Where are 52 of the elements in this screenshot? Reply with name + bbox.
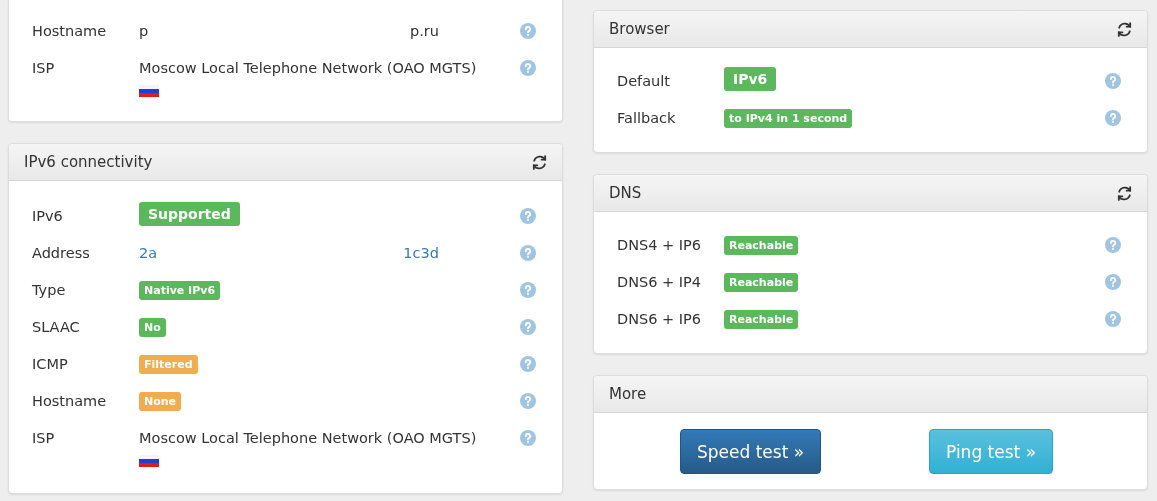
address-link[interactable]: 1c3d bbox=[403, 240, 439, 266]
row-label: ISP bbox=[32, 429, 56, 448]
status-badge: Reachable bbox=[724, 236, 799, 255]
help-icon[interactable] bbox=[520, 208, 536, 224]
isp-name: Moscow Local Telephone Network (OAO MGTS) bbox=[139, 59, 477, 78]
help-icon[interactable] bbox=[1105, 274, 1121, 290]
address-link[interactable]: 2a bbox=[139, 240, 158, 266]
help-icon[interactable] bbox=[1105, 237, 1121, 253]
row-label: Fallback bbox=[617, 109, 677, 128]
help-icon[interactable] bbox=[1105, 73, 1121, 89]
row-label: DNS6 + IP4 bbox=[617, 273, 703, 292]
isp-name: Moscow Local Telephone Network (OAO MGTS) bbox=[139, 429, 477, 448]
test-button[interactable]: Speed test » bbox=[679, 429, 822, 474]
status-badge: Filtered bbox=[139, 355, 198, 374]
help-icon[interactable] bbox=[520, 245, 536, 261]
status-badge: to IPv4 in 1 second bbox=[724, 109, 853, 128]
row-label: IPv6 bbox=[32, 207, 64, 226]
row-label: DNS4 + IP6 bbox=[617, 236, 703, 255]
row-label: Default bbox=[617, 72, 671, 91]
row-label: DNS6 + IP6 bbox=[617, 310, 703, 329]
panel-title: DNS bbox=[609, 184, 642, 202]
status-badge: Native IPv6 bbox=[139, 281, 221, 300]
panel-title: IPv6 connectivity bbox=[24, 153, 153, 171]
help-icon[interactable] bbox=[1105, 110, 1121, 126]
refresh-icon[interactable] bbox=[531, 153, 548, 171]
status-badge: Supported bbox=[139, 202, 240, 226]
row-label: SLAAC bbox=[32, 318, 81, 337]
help-icon[interactable] bbox=[520, 393, 536, 409]
row-label: Hostname bbox=[32, 22, 108, 41]
status-badge: Reachable bbox=[724, 273, 799, 292]
status-badge: No bbox=[139, 318, 166, 337]
row-label: Address bbox=[32, 244, 91, 263]
help-icon[interactable] bbox=[520, 430, 536, 446]
help-icon[interactable] bbox=[520, 60, 536, 76]
row-label: ISP bbox=[32, 59, 56, 78]
help-icon[interactable] bbox=[520, 282, 536, 298]
panel-title: Browser bbox=[609, 20, 670, 38]
status-badge: None bbox=[139, 392, 182, 411]
refresh-icon[interactable] bbox=[1116, 20, 1133, 38]
row-label: Type bbox=[32, 281, 67, 300]
status-badge: IPv6 bbox=[724, 67, 777, 91]
row-label: ICMP bbox=[32, 355, 69, 374]
hostname-fragment: p bbox=[139, 22, 149, 41]
hostname-fragment: p.ru bbox=[410, 22, 439, 41]
help-icon[interactable] bbox=[520, 356, 536, 372]
panel-title: More bbox=[609, 385, 647, 403]
refresh-icon[interactable] bbox=[1116, 184, 1133, 202]
row-label: Hostname bbox=[32, 392, 108, 411]
help-icon[interactable] bbox=[1105, 311, 1121, 327]
help-icon[interactable] bbox=[520, 319, 536, 335]
help-icon[interactable] bbox=[520, 23, 536, 39]
status-badge: Reachable bbox=[724, 310, 799, 329]
